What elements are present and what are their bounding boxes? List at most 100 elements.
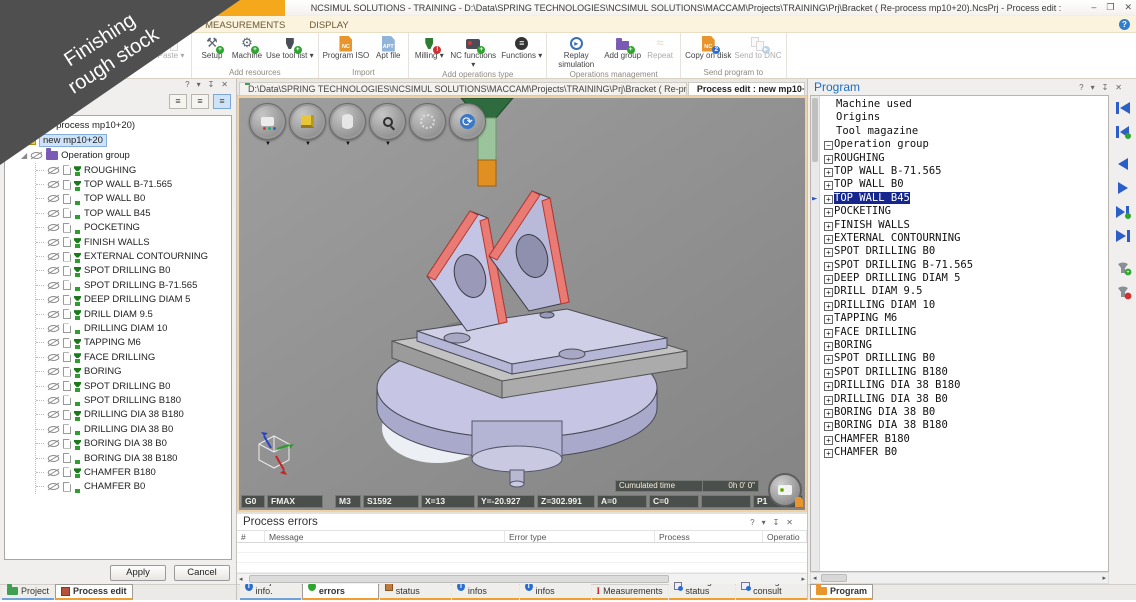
program-item-top-wall-b45[interactable]: ►+TOP WALL B45	[824, 192, 1106, 205]
expand-icon[interactable]: +	[824, 262, 833, 271]
restore-icon[interactable]: ❐	[1106, 2, 1114, 13]
solid-view-button[interactable]: ▼	[289, 103, 326, 140]
doc-tab-project-file[interactable]: D:\Data\SPRING TECHNOLOGIES\NCSIMUL SOLU…	[239, 82, 687, 95]
tab-program[interactable]: Program	[810, 584, 873, 600]
tree-item-spot-drilling-b0[interactable]: SPOT DRILLING B0	[36, 264, 231, 278]
program-item-drilling-diam-10[interactable]: +DRILLING DIAM 10	[824, 299, 1106, 312]
panel-pin-icon[interactable]: ↧	[773, 518, 780, 527]
tree-item-pocketing[interactable]: POCKETING	[36, 221, 231, 235]
tree-item-finish-walls[interactable]: FINISH WALLS	[36, 235, 231, 249]
tree-item-deep-drilling-diam-5[interactable]: DEEP DRILLING DIAM 5	[36, 293, 231, 307]
expand-icon[interactable]: +	[824, 168, 833, 177]
simulate-stop-icon[interactable]	[1115, 285, 1132, 300]
cancel-button[interactable]: Cancel	[174, 565, 230, 581]
list-view-detail-button[interactable]: ≡	[213, 94, 231, 109]
program-item-drilling-dia-38-b180[interactable]: +DRILLING DIA 38 B180	[824, 379, 1106, 392]
program-item-tapping-m6[interactable]: +TAPPING M6	[824, 312, 1106, 325]
refresh-view-button[interactable]: ⟳	[449, 103, 486, 140]
tree-item-top-wall-b45[interactable]: TOP WALL B45	[36, 206, 231, 220]
program-item-top-wall-b0[interactable]: +TOP WALL B0	[824, 178, 1106, 191]
tree-item-drilling-diam-10[interactable]: DRILLING DIAM 10	[36, 321, 231, 335]
pe-column-process[interactable]: Process	[655, 531, 763, 542]
expand-icon[interactable]: +	[824, 355, 833, 364]
list-view-medium-button[interactable]: ≡	[191, 94, 209, 109]
tab-project[interactable]: Project	[2, 585, 54, 600]
selection-circle-button[interactable]	[409, 103, 446, 140]
expand-icon[interactable]: +	[824, 275, 833, 284]
tree-item-top-wall-b0[interactable]: TOP WALL B0	[36, 192, 231, 206]
tree-item-roughing[interactable]: ROUGHING	[36, 163, 231, 177]
ribbon-button-functions[interactable]: ≡Functions ▾	[500, 34, 543, 61]
program-item-finish-walls[interactable]: +FINISH WALLS	[824, 219, 1106, 232]
expand-icon[interactable]: +	[824, 222, 833, 231]
tree-item-spot-drilling-b-71-565[interactable]: SPOT DRILLING B-71.565	[36, 278, 231, 292]
tree-operation-group[interactable]: ◢ Operation group	[5, 148, 231, 163]
tree-item-boring-dia-38-b0[interactable]: BORING DIA 38 B0	[36, 436, 231, 450]
ribbon-tab-display[interactable]: DISPLAY	[297, 18, 360, 32]
machine-panel-button[interactable]	[768, 473, 802, 507]
program-item-deep-drilling-diam-5[interactable]: +DEEP DRILLING DIAM 5	[824, 272, 1106, 285]
dropdown-arrow-icon[interactable]: ▼	[345, 141, 351, 147]
doc-tab-process-edit[interactable]: Process edit : new mp10+20	[688, 82, 805, 95]
expand-icon[interactable]: +	[824, 195, 833, 204]
ribbon-button-apt-file[interactable]: APTApt file	[371, 34, 405, 61]
panel-dropdown-icon[interactable]: ▾	[762, 518, 766, 527]
panel-dropdown-icon[interactable]: ▾	[1091, 83, 1095, 92]
expand-icon[interactable]: +	[824, 369, 833, 378]
dropdown-arrow-icon[interactable]: ▼	[385, 141, 391, 147]
ribbon-button-replay-simulation[interactable]: ▸Replay simulation	[550, 34, 602, 70]
tree-item-spot-drilling-b0[interactable]: SPOT DRILLING B0	[36, 379, 231, 393]
view-orientation-button[interactable]: ▼	[249, 103, 286, 140]
program-item-face-drilling[interactable]: +FACE DRILLING	[824, 326, 1106, 339]
program-item-boring-dia-38-b0[interactable]: +BORING DIA 38 B0	[824, 406, 1106, 419]
list-view-small-button[interactable]: ≡	[169, 94, 187, 109]
program-item-top-wall-b-71-565[interactable]: +TOP WALL B-71.565	[824, 165, 1106, 178]
program-item-spot-drilling-b180[interactable]: +SPOT DRILLING B180	[824, 366, 1106, 379]
tree-item-chamfer-b0[interactable]: CHAMFER B0	[36, 480, 231, 494]
scroll-right-icon[interactable]: ▸	[1102, 574, 1106, 582]
simulate-add-icon[interactable]: +	[1115, 261, 1132, 276]
program-hscroll-thumb[interactable]	[821, 574, 847, 582]
program-item-chamfer-b0[interactable]: +CHAMFER B0	[824, 446, 1106, 459]
program-horizontal-scrollbar[interactable]: ◂ ▸	[810, 572, 1109, 584]
scroll-left-icon[interactable]: ◂	[813, 574, 817, 582]
program-item-drilling-dia-38-b0[interactable]: +DRILLING DIA 38 B0	[824, 393, 1106, 406]
pe-column-[interactable]: #	[237, 531, 265, 542]
expand-icon[interactable]: +	[824, 208, 833, 217]
stock-view-button[interactable]: ▼	[329, 103, 366, 140]
program-item-roughing[interactable]: +ROUGHING	[824, 152, 1106, 165]
expand-icon[interactable]: +	[824, 315, 833, 324]
zoom-button[interactable]: ▼	[369, 103, 406, 140]
program-item-external-contourning[interactable]: +EXTERNAL CONTOURNING	[824, 232, 1106, 245]
tree-item-drill-diam-9-5[interactable]: DRILL DIAM 9.5	[36, 307, 231, 321]
ribbon-button-add-group[interactable]: +Add group	[603, 34, 642, 61]
ribbon-button-copy-on-disk[interactable]: NC2Copy on disk	[684, 34, 732, 61]
ribbon-button-nc-functions[interactable]: +NC functions ▾	[447, 34, 499, 70]
dropdown-arrow-icon[interactable]: ▼	[305, 141, 311, 147]
panel-close-icon[interactable]: ✕	[786, 518, 793, 527]
tree-item-spot-drilling-b180[interactable]: SPOT DRILLING B180	[36, 393, 231, 407]
expand-icon[interactable]: +	[824, 382, 833, 391]
expand-icon[interactable]: +	[824, 181, 833, 190]
expand-icon[interactable]: +	[824, 449, 833, 458]
dropdown-arrow-icon[interactable]: ▼	[265, 141, 271, 147]
ribbon-button-program-iso[interactable]: NCProgram ISO	[322, 34, 371, 61]
panel-dropdown-icon[interactable]: ▾	[197, 80, 201, 90]
close-icon[interactable]: ✕	[1124, 2, 1132, 13]
program-item-spot-drilling-b-71-565[interactable]: +SPOT DRILLING B-71.565	[824, 259, 1106, 272]
tab-measurements[interactable]: IMeasurements	[592, 585, 668, 600]
ribbon-button-milling[interactable]: !Milling ▾	[412, 34, 446, 61]
expand-icon[interactable]: +	[824, 248, 833, 257]
tree-item-boring-dia-38-b180[interactable]: BORING DIA 38 B180	[36, 451, 231, 465]
step-backward-icon[interactable]	[1115, 157, 1132, 172]
tree-item-boring[interactable]: BORING	[36, 364, 231, 378]
go-to-end-icon[interactable]	[1115, 229, 1132, 244]
scroll-right-icon[interactable]: ▸	[801, 575, 805, 583]
apply-button[interactable]: Apply	[110, 565, 166, 581]
program-item-tool-magazine[interactable]: Tool magazine	[824, 125, 1106, 138]
program-vertical-scrollbar[interactable]	[811, 96, 820, 571]
panel-pin-icon[interactable]: ↧	[1102, 83, 1109, 92]
help-icon[interactable]: ?	[1119, 19, 1130, 30]
restart-with-tool-icon[interactable]	[1115, 125, 1132, 140]
scroll-left-icon[interactable]: ◂	[239, 575, 243, 583]
